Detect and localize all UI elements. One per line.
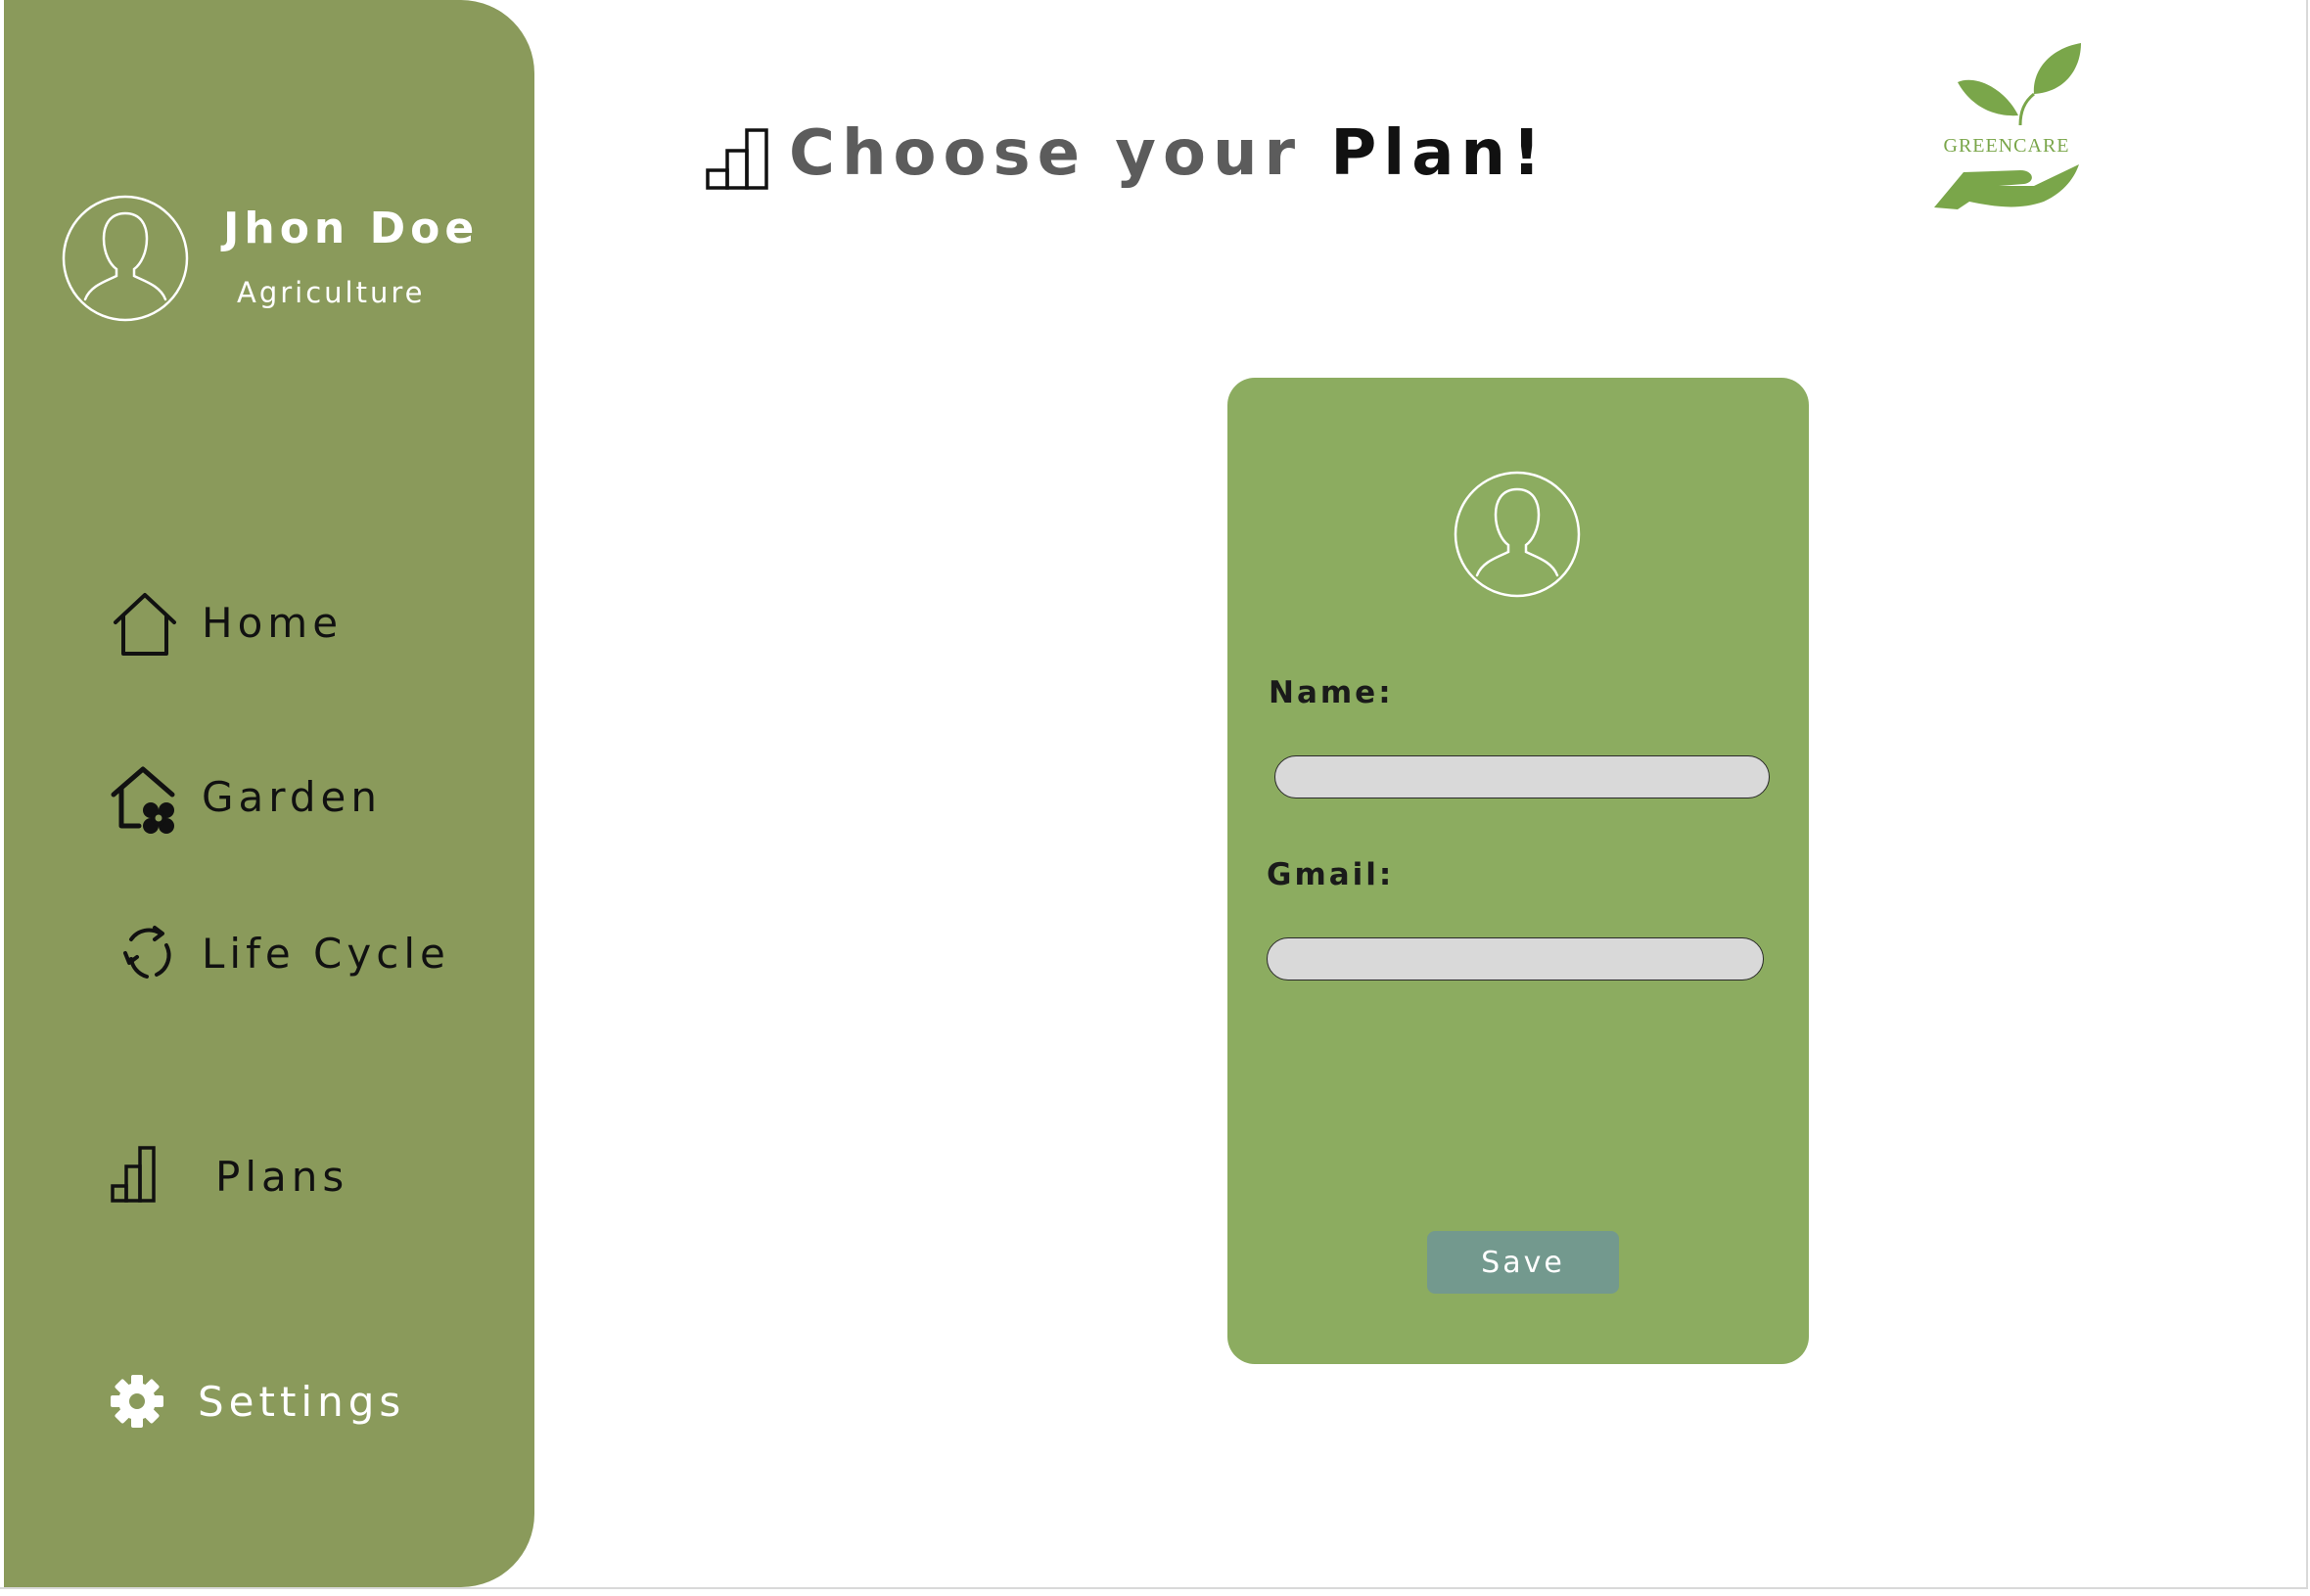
sidebar-item-label: Garden: [202, 773, 382, 821]
name-input[interactable]: [1274, 755, 1770, 798]
sidebar-item-label: Home: [202, 599, 344, 647]
gmail-label: Gmail:: [1267, 857, 1395, 892]
garden-house-icon: [111, 766, 175, 834]
lifecycle-icon: [123, 926, 171, 979]
profile-role: Agriculture: [237, 276, 426, 309]
sidebar-item-settings[interactable]: Settings: [110, 1366, 501, 1444]
name-label: Name:: [1269, 675, 1394, 710]
bar-chart-icon: [111, 1146, 156, 1203]
gmail-input[interactable]: [1267, 937, 1764, 980]
sidebar-item-label: Plans: [215, 1153, 349, 1201]
sidebar-item-label: Settings: [198, 1378, 406, 1426]
logo-text: GREENCARE: [1943, 135, 2070, 157]
home-icon: [114, 593, 176, 656]
greencare-logo: GREENCARE: [1918, 39, 2095, 215]
gear-icon: [111, 1375, 163, 1428]
page-title-prefix: Choose your: [789, 117, 1331, 190]
profile-card: Name: Gmail: Save: [1227, 378, 1809, 1364]
sidebar-item-label: Life Cycle: [202, 930, 450, 978]
leaf-hand-icon: [1934, 43, 2081, 209]
profile-name: Jhon Doe: [223, 204, 480, 253]
profile-avatar-icon: [62, 195, 189, 322]
sidebar-item-garden[interactable]: Garden: [110, 761, 501, 840]
sidebar: Jhon Doe Agriculture Home Garden Life Cy…: [4, 0, 534, 1587]
save-button[interactable]: Save: [1427, 1231, 1619, 1294]
sidebar-item-plans[interactable]: Plans: [110, 1141, 501, 1219]
app-frame: Jhon Doe Agriculture Home Garden Life Cy…: [0, 0, 2308, 1589]
sidebar-item-home[interactable]: Home: [110, 587, 501, 665]
page-title-accent: Plan!: [1330, 117, 1548, 190]
bar-chart-icon: [706, 128, 768, 190]
page-title-text: Choose your Plan!: [789, 117, 1548, 190]
user-avatar-icon: [1454, 471, 1581, 598]
sidebar-item-life-cycle[interactable]: Life Cycle: [110, 918, 501, 996]
